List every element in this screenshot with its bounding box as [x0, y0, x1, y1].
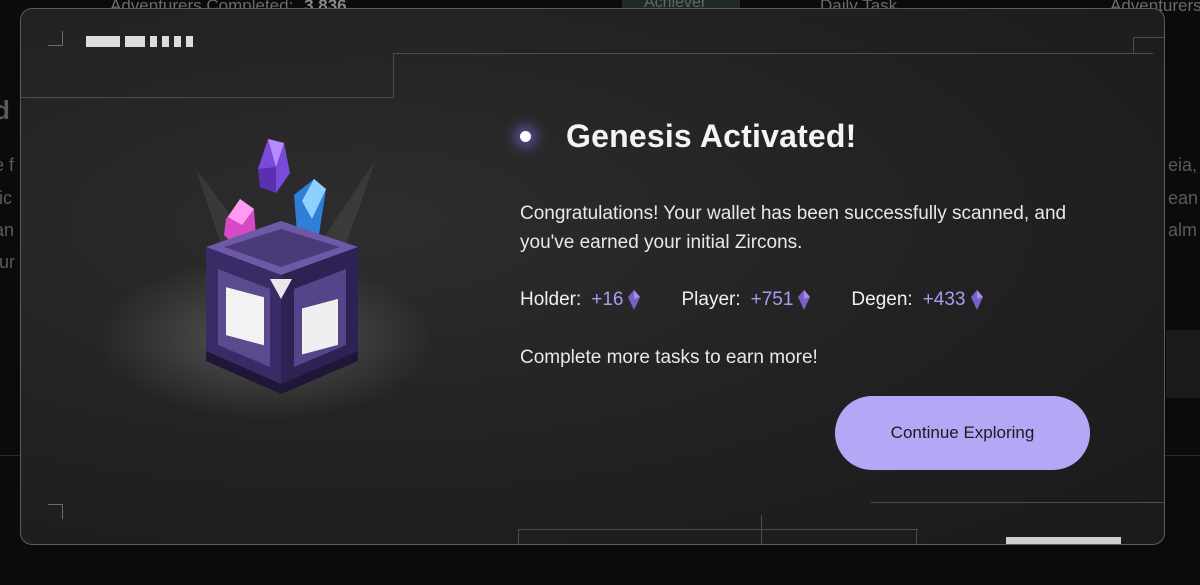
bg-text-fragment: an [0, 220, 15, 240]
frame-line [21, 97, 393, 98]
modal-title-row: Genesis Activated! [520, 118, 857, 155]
bg-text-fragment: ean [1168, 188, 1199, 208]
frame-line [518, 529, 918, 530]
bg-panel-edge [1166, 330, 1200, 398]
frame-line [761, 515, 762, 544]
zircon-gem-icon [798, 290, 811, 310]
frame-line [916, 529, 917, 544]
decorative-marks [86, 36, 193, 47]
corner-bracket [48, 504, 63, 519]
continue-exploring-button[interactable]: Continue Exploring [835, 396, 1090, 470]
bg-text-fragment: alm [1168, 220, 1198, 240]
reward-value: +433 [922, 289, 966, 310]
bg-text-fragment: e f [0, 155, 15, 175]
bg-text-fragment: tur [0, 252, 16, 272]
reward-value: +16 [591, 289, 624, 310]
bg-text-fragment: eia, [1168, 155, 1198, 175]
zircon-gem-icon [970, 290, 983, 310]
reward-label: Holder: [520, 289, 582, 310]
reward-label: Player: [681, 289, 741, 310]
reward-player: Player: +751 [681, 289, 811, 311]
frame-line [871, 502, 1164, 503]
frame-line [1133, 37, 1164, 38]
reward-holder: Holder: +16 [520, 289, 641, 311]
modal-hint: Complete more tasks to earn more! [520, 347, 818, 368]
crystal-chest-icon [166, 129, 396, 409]
corner-bracket [48, 31, 63, 46]
reward-label: Degen: [851, 289, 913, 310]
modal-message: Congratulations! Your wallet has been su… [520, 203, 1067, 253]
rewards-row: Holder: +16 Player: +751 Degen: +433 [520, 289, 1024, 311]
frame-line [518, 529, 519, 544]
reward-value: +751 [750, 289, 794, 310]
status-dot-icon [520, 131, 531, 142]
frame-line [393, 53, 394, 98]
frame-bar [1006, 537, 1121, 544]
bg-text-fragment: tic [0, 188, 12, 208]
zircon-gem-icon [628, 290, 641, 310]
frame-line [393, 53, 1153, 54]
reward-degen: Degen: +433 [851, 289, 983, 311]
bg-text-fragment: d [0, 95, 10, 125]
modal-title: Genesis Activated! [566, 118, 857, 154]
frame-line [1133, 37, 1134, 54]
